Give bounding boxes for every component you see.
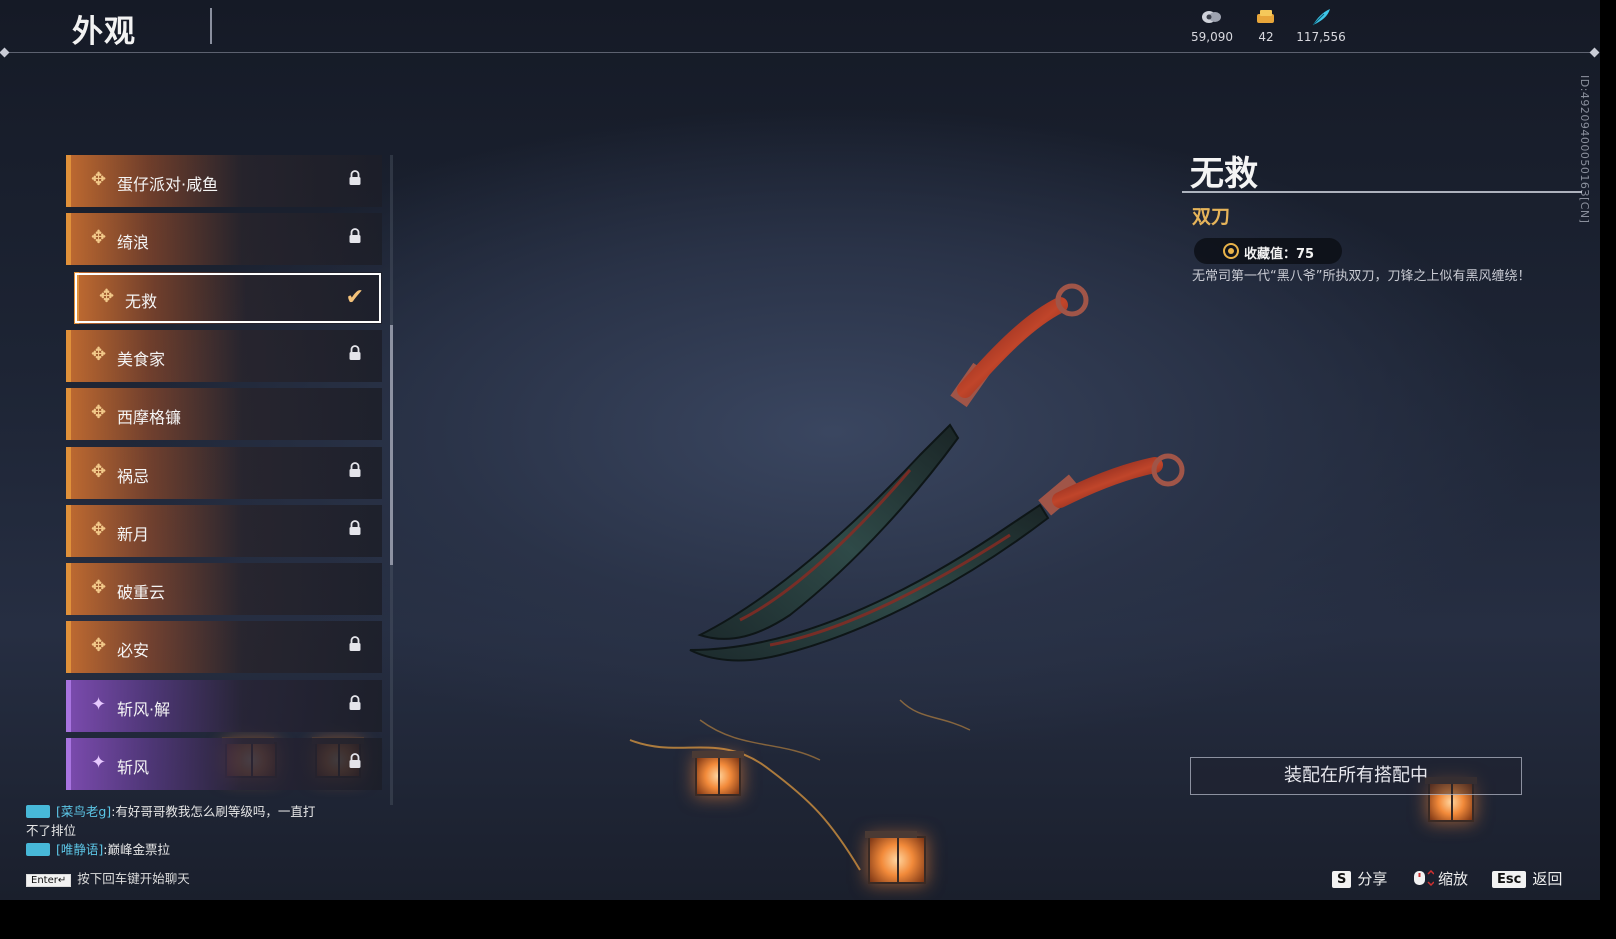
weapon-preview[interactable] <box>620 280 1240 700</box>
feather-icon <box>1312 9 1330 26</box>
chat-panel: [菜鸟老g]:有好哥哥教我怎么刷等级吗，一直打不了排位 [唯静语]:巅峰金票拉 <box>26 802 326 859</box>
coin-value: 59,090 <box>1191 30 1233 44</box>
lock-icon <box>348 461 362 482</box>
lantern <box>692 751 744 796</box>
skin-item[interactable]: ✥ 无救 ✔ <box>74 271 382 324</box>
skin-name: 西摩格镰 <box>117 408 182 428</box>
collection-value-badge: 收藏值：75 <box>1194 238 1342 264</box>
back-hint[interactable]: Esc 返回 <box>1492 868 1562 889</box>
skin-name: 绮浪 <box>117 233 150 253</box>
skin-item[interactable]: ✥ 美食家 <box>66 329 382 382</box>
rarity-purple-icon: ✦ <box>91 693 107 715</box>
rarity-orange-icon: ✥ <box>91 460 107 482</box>
feather-value: 117,556 <box>1296 30 1346 44</box>
skin-item[interactable]: ✥ 必安 <box>66 621 382 674</box>
ground-glow <box>629 699 971 871</box>
title-divider <box>210 8 212 44</box>
item-description: 无常司第一代“黑八爷”所执双刀，刀锋之上似有黑风缠绕！ <box>1192 269 1531 284</box>
rarity-orange-icon: ✥ <box>91 169 107 190</box>
s-key-icon: S <box>1332 871 1352 888</box>
channel-icon <box>26 843 50 856</box>
skin-item[interactable]: ✥ 祸忌 <box>66 446 382 499</box>
item-name: 无救 <box>1190 154 1258 194</box>
chat-prompt-text: 按下回车键开始聊天 <box>77 871 190 886</box>
share-hint[interactable]: S 分享 <box>1332 868 1387 889</box>
chat-sender[interactable]: [菜鸟老g] <box>56 804 111 819</box>
skin-item[interactable]: ✥ 绮浪 <box>66 213 382 266</box>
zoom-hint[interactable]: 缩放 <box>1412 868 1468 889</box>
skin-name: 斩风·解 <box>117 699 171 719</box>
lock-icon <box>348 636 362 656</box>
lock-icon <box>348 753 362 773</box>
chat-prompt[interactable]: Enter↵ 按下回车键开始聊天 <box>26 868 190 887</box>
player-id: ID:4920940005016З[CN] <box>1578 75 1591 224</box>
equip-all-button[interactable]: 装配在所有搭配中 <box>1190 757 1522 795</box>
esc-key-icon: Esc <box>1492 871 1527 888</box>
divider-end-right <box>1589 47 1600 58</box>
currency-feathers[interactable]: 117,556 <box>1286 8 1356 44</box>
name-underline <box>1182 191 1582 193</box>
check-icon: ✔ <box>345 284 364 310</box>
channel-icon <box>26 805 50 818</box>
skin-list[interactable]: ✥ 蛋仔派对·咸鱼 ✥ 绮浪 ✥ 无救 ✔ ✥ 美食家 ✥ 西摩格镰 ✥ 祸忌 ✥ 新月 ✥ 破重云 ✥ 必安 ✦ 斩风… <box>66 155 384 805</box>
header-divider <box>4 52 1596 53</box>
skin-name: 祸忌 <box>117 466 150 486</box>
lock-icon <box>348 170 362 190</box>
skin-name: 新月 <box>117 524 150 544</box>
rarity-orange-icon: ✥ <box>99 285 115 307</box>
skin-name: 蛋仔派对·咸鱼 <box>117 175 219 194</box>
chat-sender[interactable]: [唯静语] <box>56 842 103 857</box>
rarity-orange-icon: ✥ <box>91 227 107 249</box>
list-scrollbar-thumb[interactable] <box>390 325 393 565</box>
page-title: 外观 <box>72 14 136 50</box>
collection-value: 收藏值：75 <box>1244 247 1315 262</box>
enter-key-icon: Enter↵ <box>26 874 72 887</box>
lock-icon <box>348 694 362 715</box>
skin-item[interactable]: ✥ 西摩格镰 <box>66 388 382 441</box>
item-type: 双刀 <box>1192 206 1231 228</box>
chat-message: [唯静语]:巅峰金票拉 <box>26 840 326 859</box>
share-label: 分享 <box>1357 870 1388 888</box>
skin-item[interactable]: ✦ 斩风·解 <box>66 679 382 732</box>
zoom-label: 缩放 <box>1438 870 1469 888</box>
skin-item[interactable]: ✥ 蛋仔派对·咸鱼 <box>66 155 382 207</box>
rarity-orange-icon: ✥ <box>91 518 107 540</box>
ticket-icon <box>1257 10 1274 23</box>
rarity-orange-icon: ✥ <box>91 577 107 599</box>
chat-message: [菜鸟老g]:有好哥哥教我怎么刷等级吗，一直打不了排位 <box>26 802 326 840</box>
rarity-purple-icon: ✦ <box>91 752 107 773</box>
ticket-value: 42 <box>1258 30 1274 44</box>
skin-item[interactable]: ✥ 破重云 <box>66 563 382 616</box>
skin-name: 破重云 <box>117 583 166 603</box>
lock-icon <box>348 519 362 540</box>
rarity-orange-icon: ✥ <box>91 402 107 424</box>
back-label: 返回 <box>1532 870 1563 888</box>
letterbox-bottom <box>0 900 1616 939</box>
chat-text: :巅峰金票拉 <box>103 842 170 857</box>
skin-item[interactable]: ✥ 新月 <box>66 504 382 557</box>
skin-item[interactable]: ✦ 斩风 <box>66 738 382 790</box>
skin-name: 斩风 <box>117 758 150 777</box>
skin-name: 必安 <box>117 641 150 661</box>
lantern <box>865 831 926 884</box>
coin-icon <box>1202 11 1221 23</box>
rarity-orange-icon: ✥ <box>91 343 107 365</box>
lock-icon <box>348 345 362 365</box>
divider-end-left <box>0 47 10 58</box>
skin-name: 无救 <box>125 291 158 311</box>
mouse-scroll-icon <box>1414 869 1435 887</box>
game-scene: 外观 59,090 42 117,556 ID:4920940005016З[C… <box>0 0 1600 900</box>
rarity-orange-icon: ✥ <box>91 635 107 657</box>
skin-name: 美食家 <box>117 349 166 369</box>
letterbox-right <box>1600 0 1616 939</box>
collection-icon <box>1223 243 1239 259</box>
lock-icon <box>348 228 362 248</box>
